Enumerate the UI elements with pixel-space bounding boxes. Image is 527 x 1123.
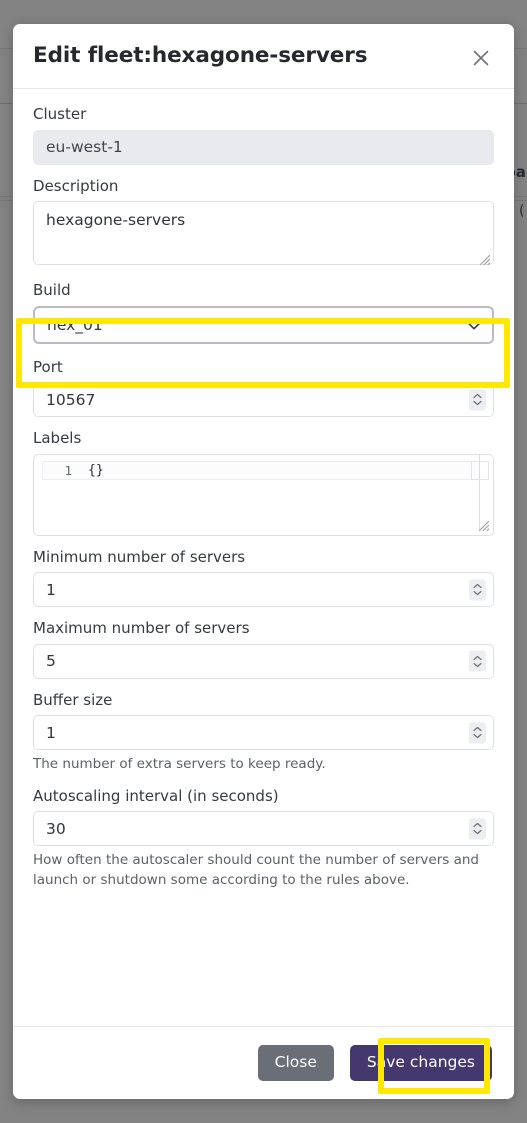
autoscaling-interval-stepper[interactable]	[469, 818, 486, 840]
buffer-size-stepper[interactable]	[469, 722, 486, 743]
chevron-up-icon	[473, 583, 482, 589]
max-servers-stepper[interactable]	[469, 650, 486, 672]
description-label: Description	[33, 176, 119, 195]
field-labels: Labels 1 {}	[33, 429, 494, 536]
max-servers-input[interactable]	[33, 643, 494, 679]
chevron-up-icon	[473, 726, 482, 732]
modal-title: Edit fleet:hexagone-servers	[33, 43, 368, 68]
line-number: 1	[64, 462, 72, 478]
buffer-size-label: Buffer size	[33, 690, 113, 709]
build-select[interactable]: hex_01	[33, 305, 494, 344]
chevron-down-icon	[473, 400, 482, 406]
autoscaling-interval-help: How often the autoscaler should count th…	[33, 852, 480, 888]
chevron-down-icon	[473, 733, 482, 739]
port-stepper[interactable]	[469, 389, 486, 410]
active-line-highlight	[42, 460, 480, 480]
field-autoscaling-interval: Autoscaling interval (in seconds) How of…	[33, 787, 494, 891]
autoscaling-interval-label: Autoscaling interval (in seconds)	[33, 786, 279, 805]
description-textarea[interactable]: hexagone-servers	[33, 201, 494, 265]
save-changes-button[interactable]: Save changes	[349, 1045, 492, 1081]
buffer-size-help: The number of extra servers to keep read…	[33, 756, 326, 772]
edit-fleet-modal: Edit fleet:hexagone-servers Cluster Desc…	[13, 24, 514, 1099]
max-servers-label: Maximum number of servers	[33, 619, 250, 637]
cluster-label: Cluster	[33, 105, 87, 123]
field-buffer-size: Buffer size The number of extra servers …	[33, 691, 494, 775]
build-label: Build	[33, 281, 71, 299]
save-button-wrapper: Save changes	[344, 1039, 498, 1087]
field-max-servers: Maximum number of servers	[33, 619, 494, 679]
labels-code-editor[interactable]: 1 {}	[33, 453, 494, 536]
field-description: Description hexagone-servers	[33, 177, 494, 270]
field-build: Build hex_01	[33, 281, 494, 344]
modal-footer: Close Save changes	[13, 1026, 514, 1099]
close-icon[interactable]	[468, 45, 494, 71]
chevron-down-icon	[473, 590, 482, 596]
autoscaling-interval-input[interactable]	[33, 811, 494, 847]
code-caret-box	[471, 460, 489, 480]
port-label: Port	[33, 357, 63, 376]
page-root: pa ( Edit fleet:hexagone-servers Cluster…	[0, 0, 527, 1123]
chevron-down-icon	[473, 829, 482, 835]
chevron-up-icon	[473, 393, 482, 399]
field-cluster: Cluster	[33, 105, 494, 165]
min-servers-input[interactable]	[33, 572, 494, 607]
field-port: Port	[33, 357, 494, 417]
modal-header: Edit fleet:hexagone-servers	[13, 24, 514, 89]
cluster-input	[33, 129, 494, 165]
labels-label: Labels	[33, 429, 82, 447]
modal-body: Cluster Description hexagone-servers Bui…	[13, 89, 514, 1026]
chevron-up-icon	[473, 822, 482, 828]
buffer-size-input[interactable]	[33, 715, 494, 750]
min-servers-label: Minimum number of servers	[33, 547, 246, 566]
port-input[interactable]	[33, 382, 494, 417]
min-servers-stepper[interactable]	[469, 579, 486, 600]
labels-code-content[interactable]: {}	[88, 461, 104, 480]
field-min-servers: Minimum number of servers	[33, 547, 494, 607]
chevron-down-icon	[473, 662, 482, 667]
close-button[interactable]: Close	[257, 1045, 334, 1081]
chevron-up-icon	[473, 655, 482, 660]
